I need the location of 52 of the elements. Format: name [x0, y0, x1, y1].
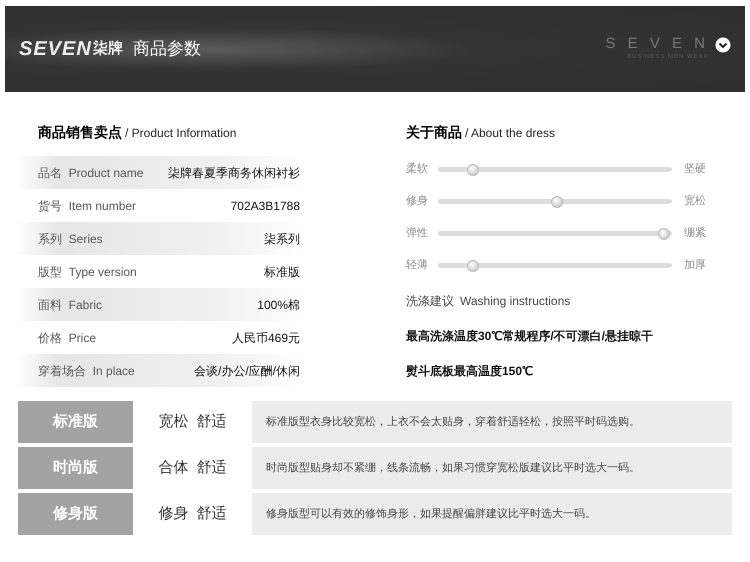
fit-feel: 修身 舒适 — [157, 504, 228, 524]
fit-label: 时尚版 — [18, 447, 133, 489]
row-label: 面料 Fabric — [38, 296, 102, 314]
scale-left-label: 弹性 — [406, 226, 429, 242]
row-label: 价格 Price — [38, 330, 96, 346]
slider[interactable] — [438, 228, 672, 240]
slider-thumb[interactable] — [466, 260, 479, 272]
row-label: 货号 Item number — [38, 198, 136, 214]
washing-instruction: 最高洗涤温度30℃常规程序/不可漂白/悬挂晾干 — [406, 328, 654, 345]
section-subtitle: / About the dress — [465, 125, 556, 142]
scale-left-label: 修身 — [406, 194, 429, 210]
washing-label-en: Washing instructions — [460, 293, 570, 310]
slider-thumb[interactable] — [466, 164, 479, 176]
fit-feel: 合体 舒适 — [157, 458, 228, 478]
slider-thumb[interactable] — [658, 228, 670, 240]
fit-description: 时尚版型贴身却不紧绷，线条流畅，如果习惯穿宽松版建议比平时选大一码。 — [252, 447, 732, 489]
slider[interactable] — [438, 196, 672, 208]
scale-right-label: 加厚 — [683, 258, 706, 274]
row-label: 系列 Series — [38, 230, 103, 248]
row-value: 柒系列 — [264, 230, 300, 248]
row-value: 标准版 — [264, 264, 300, 280]
fit-feel: 宽松 舒适 — [157, 412, 228, 432]
washing-instruction: 熨斗底板最高温度150℃ — [406, 363, 534, 380]
page-title: 商品参数 — [132, 38, 201, 60]
scale-right-label: 坚硬 — [683, 162, 706, 178]
scale-right-label: 绷紧 — [683, 226, 706, 242]
row-value: 100%棉 — [257, 296, 300, 314]
brand-text: S E V E N — [605, 36, 709, 51]
row-value: 柒牌春夏季商务休闲衬衫 — [168, 164, 300, 182]
fit-label: 标准版 — [18, 401, 133, 443]
scale-left-label: 轻薄 — [406, 258, 429, 274]
fit-label: 修身版 — [18, 493, 133, 535]
row-value: 人民币469元 — [232, 330, 300, 346]
fit-description: 修身版型可以有效的修饰身形，如果提醒偏胖建议比平时选大一码。 — [252, 493, 732, 535]
slider[interactable] — [438, 164, 672, 176]
row-label: 版型 Type version — [38, 264, 137, 280]
section-title: 商品销售卖点 — [38, 123, 122, 142]
scale-right-label: 宽松 — [683, 194, 706, 210]
fit-description: 标准版型衣身比较宽松，上衣不会太贴身，穿着舒适轻松，按照平时码选购。 — [252, 401, 732, 443]
row-label: 穿着场合 In place — [38, 362, 135, 380]
section-subtitle: / Product Information — [125, 125, 236, 142]
scale-left-label: 柔软 — [406, 162, 429, 178]
logo-brand: 柒牌 — [92, 38, 123, 59]
logo: SEVEN — [19, 37, 92, 62]
slider[interactable] — [438, 260, 672, 272]
washing-label: 洗涤建议 — [406, 293, 454, 310]
row-value: 会谈/办公/应酬/休闲 — [194, 362, 300, 380]
slider-thumb[interactable] — [551, 196, 564, 208]
row-value: 702A3B1788 — [230, 198, 300, 214]
chevron-down-icon[interactable] — [715, 37, 731, 53]
row-label: 品名 Product name — [38, 164, 144, 182]
section-title: 关于商品 — [406, 123, 462, 142]
